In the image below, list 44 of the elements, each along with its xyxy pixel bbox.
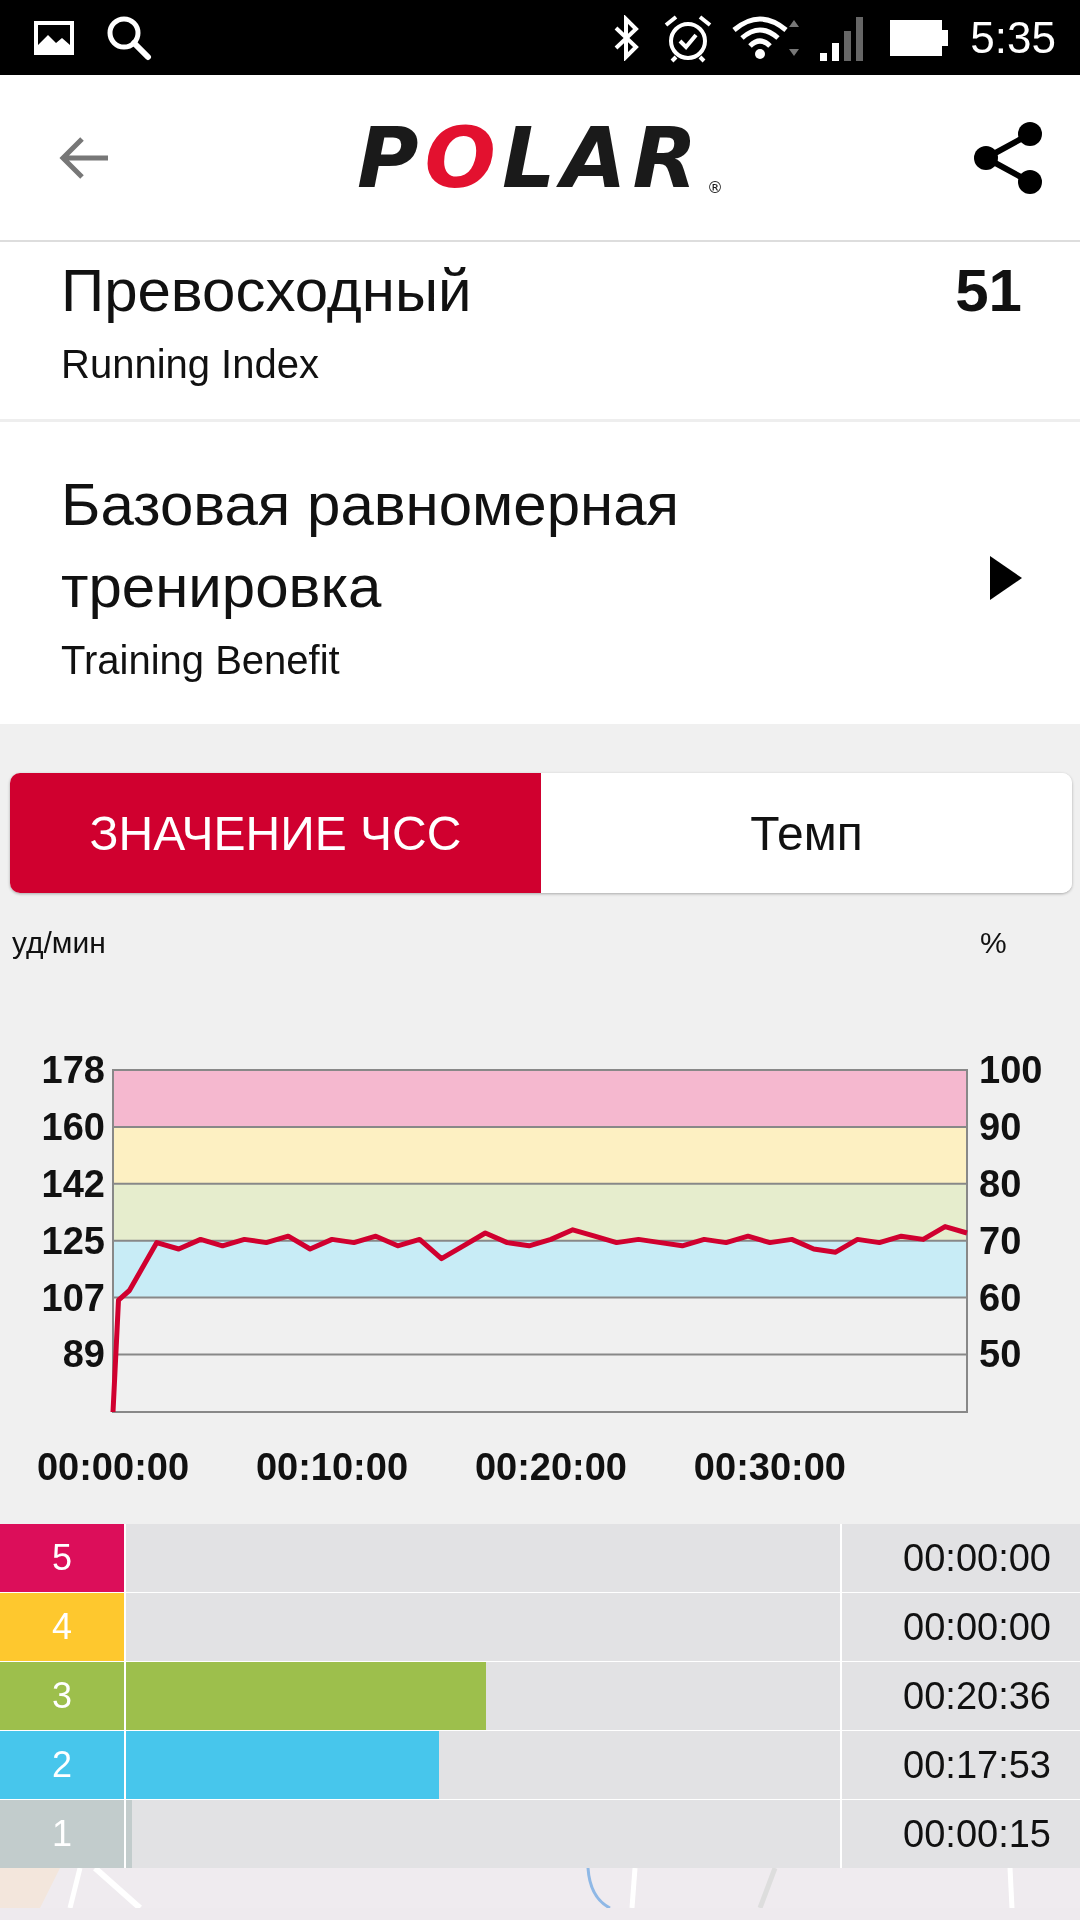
right-tick-label: 100 — [979, 1049, 1043, 1091]
summary-title: Базовая равномерная тренировка — [61, 470, 681, 622]
bluetooth-icon — [612, 14, 641, 61]
x-tick-label: 00:20:00 — [474, 1446, 627, 1488]
y-tick-label: 178 — [41, 1049, 105, 1091]
y-axis-label: уд/мин — [12, 926, 106, 959]
y-tick-label: 125 — [41, 1219, 105, 1262]
play-icon[interactable] — [990, 556, 1022, 600]
index-value: 51 — [955, 256, 1022, 326]
right-tick-label: 90 — [979, 1105, 1022, 1148]
summary-subtitle: Training Benefit — [61, 637, 341, 684]
right-tick-label: 50 — [979, 1333, 1022, 1376]
tab[interactable]: ЗНАЧЕНИЕ ЧСС — [10, 773, 541, 893]
logo: POLAR® — [356, 108, 724, 207]
back-button[interactable] — [58, 134, 110, 181]
search-icon[interactable] — [106, 14, 152, 61]
zone-time: 00:17:53 — [842, 1731, 1080, 1799]
x-tick-label: 00:30:00 — [693, 1446, 846, 1488]
y-tick-label: 89 — [62, 1333, 105, 1376]
summary-subtitle: Running Index — [61, 341, 320, 388]
x-tick-label: 00:10:00 — [255, 1446, 409, 1488]
gallery-icon — [34, 20, 74, 55]
right-tick-label: 60 — [979, 1276, 1022, 1319]
zone-label: 1 — [0, 1800, 124, 1868]
y-tick-label: 142 — [41, 1162, 105, 1205]
battery-icon — [890, 19, 949, 56]
clock-time: 5:35 — [970, 12, 1056, 63]
zone-time: 00:20:36 — [842, 1662, 1080, 1730]
zone-label: 2 — [0, 1731, 124, 1799]
x-tick-label: 00:00:00 — [36, 1446, 190, 1488]
zone-time: 00:00:15 — [842, 1800, 1080, 1868]
zone-time: 00:00:00 — [842, 1593, 1080, 1661]
right-tick-label: 80 — [979, 1162, 1022, 1205]
signal-icon — [820, 14, 865, 61]
summary-title: Превосходный — [61, 256, 473, 326]
zone-label: 3 — [0, 1662, 124, 1730]
zone-time: 00:00:00 — [842, 1524, 1080, 1592]
y-tick-label: 107 — [41, 1276, 105, 1319]
tab[interactable]: Темп — [541, 773, 1072, 893]
zone-label: 4 — [0, 1593, 124, 1661]
right-tick-label: 70 — [979, 1219, 1022, 1262]
y-tick-label: 160 — [41, 1105, 105, 1148]
right-axis-label: % — [980, 926, 1007, 959]
zone-label: 5 — [0, 1524, 124, 1592]
